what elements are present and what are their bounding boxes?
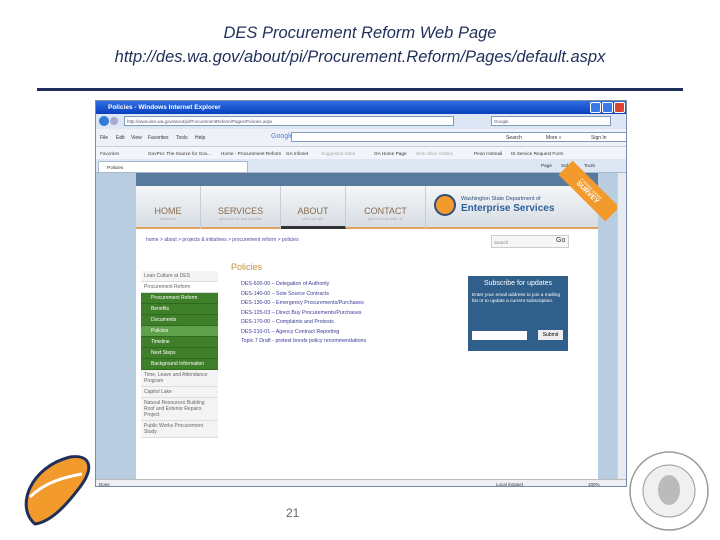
favorite-link[interactable]: GA Infonet xyxy=(286,151,308,156)
sidebar-subitem[interactable]: Timeline xyxy=(141,337,218,348)
nav-contact[interactable]: CONTACT get in touch with us xyxy=(346,186,426,229)
sidebar-subitem[interactable]: Benefits xyxy=(141,304,218,315)
page-heading: Policies xyxy=(231,262,263,272)
menu-bar: File Edit View Favorites Tools Help Goog… xyxy=(96,129,626,146)
des-logo-icon xyxy=(434,194,456,216)
logo-line2: Enterprise Services xyxy=(461,203,555,214)
nav-sub: get in touch with us xyxy=(368,216,403,221)
policy-link[interactable]: DES-170-00 – Complaints and Protests xyxy=(241,319,366,329)
page-number: 21 xyxy=(286,506,300,520)
subscribe-box: Subscribe for updates Enter your email a… xyxy=(468,276,568,351)
sidebar-subitem[interactable]: Procurement Reform xyxy=(141,293,218,304)
google-search-input[interactable] xyxy=(291,132,626,142)
sidebar-item[interactable]: Natural Resources Building Roof and Exte… xyxy=(141,398,218,421)
page-menu[interactable]: Page xyxy=(541,163,552,168)
back-icon[interactable] xyxy=(99,116,109,126)
nav-sub: who we are xyxy=(302,216,324,221)
close-button[interactable] xyxy=(614,102,625,113)
email-input[interactable] xyxy=(472,331,527,340)
sign-in-button[interactable]: Sign In xyxy=(591,135,607,141)
nav-sub: welcome xyxy=(160,216,176,221)
favorite-link[interactable]: GovPro: The Source for Gov... xyxy=(148,151,211,156)
favorite-link[interactable]: Suggested Sites xyxy=(321,151,355,156)
security-zone: Local intranet xyxy=(496,482,524,487)
web-page: HOME welcome SERVICES what we do and provi… xyxy=(96,160,626,479)
forward-icon[interactable] xyxy=(110,117,118,125)
breadcrumb[interactable]: home > about > projects & initiatives > … xyxy=(146,237,299,243)
nav-label: SERVICES xyxy=(217,206,264,216)
policy-link[interactable]: DES-130-00 – Emergency Procurements/Purc… xyxy=(241,300,366,310)
favorite-link[interactable]: Home - Procurement Reform xyxy=(221,151,281,156)
favorite-link[interactable]: Web Slice Gallery xyxy=(416,151,453,156)
search-input[interactable]: Google xyxy=(491,116,611,126)
policy-list: DES-600-00 – Delegation of Authority DES… xyxy=(241,281,366,348)
nav-label: HOME xyxy=(154,206,182,216)
policy-link[interactable]: DES-600-00 – Delegation of Authority xyxy=(241,281,366,291)
nav-services[interactable]: SERVICES what we do and provide xyxy=(201,186,281,229)
address-bar-row: http://www.des.wa.gov/about/pi/Procureme… xyxy=(96,114,626,129)
menu-file[interactable]: File xyxy=(100,135,108,141)
nav-sub: what we do and provide xyxy=(219,216,262,221)
favorite-link[interactable]: GA Home Page xyxy=(374,151,407,156)
nav-label: ABOUT xyxy=(297,206,329,216)
slide-title: DES Procurement Reform Web Page xyxy=(223,24,497,42)
menu-help[interactable]: Help xyxy=(195,135,205,141)
subscribe-text: Enter your email address to join a maili… xyxy=(472,293,560,305)
policy-link[interactable]: DES-210-01 – Agency Contract Reporting xyxy=(241,329,366,339)
sidebar-subitem-active[interactable]: Policies xyxy=(141,326,218,337)
nav-about[interactable]: ABOUT who we are xyxy=(281,186,346,229)
sidebar-item[interactable]: Capitol Lake xyxy=(141,387,218,398)
favorite-link[interactable]: Peon Hotmail xyxy=(474,151,502,156)
nav-label: CONTACT xyxy=(364,206,407,216)
subscribe-title: Subscribe for updates xyxy=(483,280,553,287)
sidebar: Lean Culture at DES Procurement Reform P… xyxy=(141,271,218,438)
main-nav: HOME welcome SERVICES what we do and provi… xyxy=(136,186,598,229)
page-content: home > about > projects & initiatives > … xyxy=(136,229,598,479)
slide-url: http://des.wa.gov/about/pi/Procurement.R… xyxy=(114,48,606,66)
nav-home[interactable]: HOME welcome xyxy=(136,186,201,229)
sidebar-item[interactable]: Lean Culture at DES xyxy=(141,271,218,282)
site-container: HOME welcome SERVICES what we do and provi… xyxy=(136,160,620,479)
favorites-button[interactable]: Favorites xyxy=(100,151,119,156)
browser-screenshot: Policies - Windows Internet Explorer htt… xyxy=(95,100,627,487)
minimize-button[interactable] xyxy=(590,102,601,113)
sidebar-item[interactable]: Public Works Procurement Study xyxy=(141,421,218,438)
policy-link[interactable]: DES-125-03 – Direct Buy Procurements/Pur… xyxy=(241,310,366,320)
sidebar-subitem[interactable]: Documents xyxy=(141,315,218,326)
tab-policies[interactable]: Policies xyxy=(98,161,248,173)
menu-tools[interactable]: Tools xyxy=(176,135,188,141)
tools-menu[interactable]: Tools xyxy=(584,163,595,168)
zoom-level[interactable]: 100% xyxy=(588,482,600,486)
google-search-button[interactable]: Search xyxy=(506,135,522,141)
policy-link[interactable]: DES-140-00 – Sole Source Contracts xyxy=(241,291,366,301)
go-button[interactable]: Go xyxy=(556,237,565,244)
address-input[interactable]: http://www.des.wa.gov/about/pi/Procureme… xyxy=(124,116,454,126)
logo-line1: Washington State Department of xyxy=(461,196,541,202)
divider xyxy=(37,88,683,91)
more-button[interactable]: More » xyxy=(546,135,562,141)
window-title: Policies - Windows Internet Explorer xyxy=(96,101,626,114)
sidebar-item[interactable]: Time, Leave and Attendance Program xyxy=(141,370,218,387)
policy-link[interactable]: Topic 7 Draft - protest bonds policy rec… xyxy=(241,338,366,348)
sidebar-subitem[interactable]: Background Information xyxy=(141,359,218,370)
status-text: Done xyxy=(99,482,110,487)
status-bar: Done Local intranet 100% xyxy=(96,479,626,487)
vertical-scrollbar[interactable] xyxy=(617,173,626,479)
favorite-link[interactable]: IS Service Request Form xyxy=(511,151,563,156)
maximize-button[interactable] xyxy=(602,102,613,113)
menu-edit[interactable]: Edit xyxy=(116,135,125,141)
tab-bar: Policies Page Safety Tools xyxy=(96,159,626,173)
submit-button[interactable]: Submit xyxy=(538,330,563,340)
favorites-bar: Favorites GovPro: The Source for Gov... … xyxy=(96,146,626,159)
sidebar-subitem[interactable]: Next Steps xyxy=(141,348,218,359)
menu-view[interactable]: View xyxy=(131,135,142,141)
washington-state-seal xyxy=(629,451,709,531)
menu-favorites[interactable]: Favorites xyxy=(148,135,169,141)
sidebar-item[interactable]: Procurement Reform xyxy=(141,282,218,293)
des-swoosh-logo xyxy=(24,455,91,526)
